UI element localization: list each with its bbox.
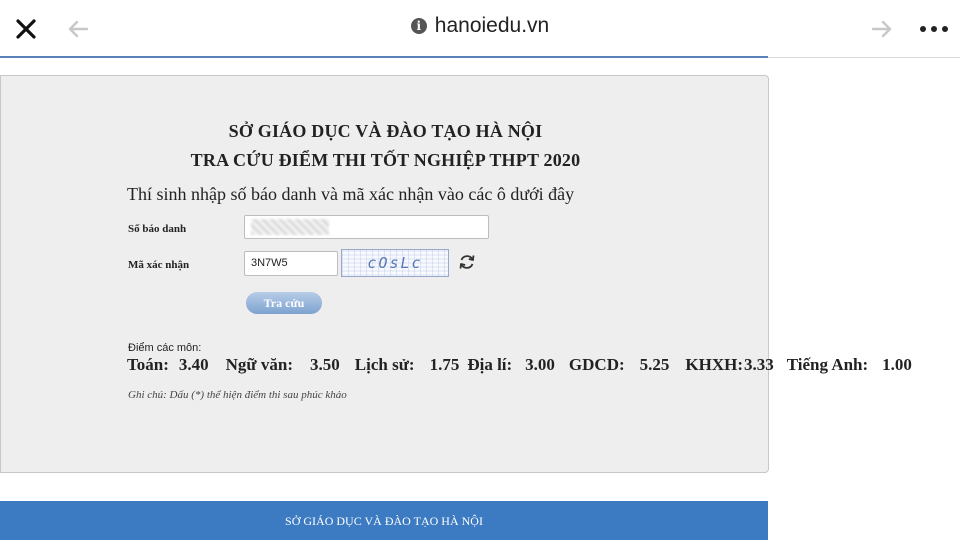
score-subject: Toán: [127, 355, 169, 374]
footer-bar: SỞ GIÁO DỤC VÀ ĐÀO TẠO HÀ NỘI [0, 501, 768, 540]
info-icon[interactable]: i [410, 18, 427, 34]
redacted-blur [251, 219, 329, 235]
captcha-image-text: cOsLc [367, 254, 423, 272]
forward-arrow-icon[interactable] [868, 15, 896, 43]
score-subject: KHXH: [685, 355, 743, 374]
footer-text: SỞ GIÁO DỤC VÀ ĐÀO TẠO HÀ NỘI [285, 514, 483, 528]
browser-toolbar: i hanoiedu.vn [0, 0, 960, 58]
score-value: 3.50 [310, 355, 340, 374]
score-value: 5.25 [639, 355, 670, 374]
page-title: TRA CỨU ĐIỂM THI TỐT NGHIỆP THPT 2020 [190, 150, 581, 170]
address-bar[interactable]: i hanoiedu.vn [410, 14, 550, 38]
score-subject: Lịch sử: [354, 355, 415, 374]
captcha-image: cOsLc [341, 249, 449, 277]
department-title: SỞ GIÁO DỤC VÀ ĐÀO TẠO HÀ NỘI [228, 121, 543, 141]
lookup-button[interactable]: Tra cứu [246, 292, 322, 314]
scores-label: Điểm các môn: [128, 342, 202, 354]
url-text: hanoiedu.vn [434, 14, 550, 37]
instruction-text: Thí sinh nhập số báo danh và mã xác nhận… [127, 184, 575, 204]
scores-row: Toán: 3.40 Ngữ văn: 3.50 Lịch sử: 1.75 Địa lí:… [127, 355, 912, 375]
captcha-input[interactable]: 3N7W5 [244, 251, 338, 276]
lookup-panel: SỞ GIÁO DỤC VÀ ĐÀO TẠO HÀ NỘI TRA CỨU ĐI… [0, 75, 912, 473]
captcha-label: Mã xác nhận [128, 259, 190, 271]
score-value: 1.00 [882, 355, 912, 374]
sbd-label: Số báo danh [128, 223, 187, 235]
note-text: Ghi chú: Dấu (*) thể hiện điểm thi sau p… [128, 389, 347, 401]
score-subject: Địa lí: [467, 355, 513, 374]
back-arrow-icon[interactable] [64, 15, 92, 43]
score-value: 3.00 [525, 355, 555, 374]
score-value: 1.75 [429, 355, 460, 374]
score-subject: GDCD: [568, 355, 625, 374]
page-load-bar [0, 56, 768, 58]
refresh-icon[interactable] [457, 252, 477, 272]
score-subject: Ngữ văn: [225, 355, 294, 374]
score-value: 3.40 [178, 355, 209, 374]
close-icon[interactable] [12, 15, 40, 43]
score-subject: Tiếng Anh: [786, 355, 869, 374]
more-options-icon[interactable] [916, 15, 952, 43]
score-value: 3.33 [744, 355, 774, 374]
sbd-input[interactable] [244, 215, 489, 239]
